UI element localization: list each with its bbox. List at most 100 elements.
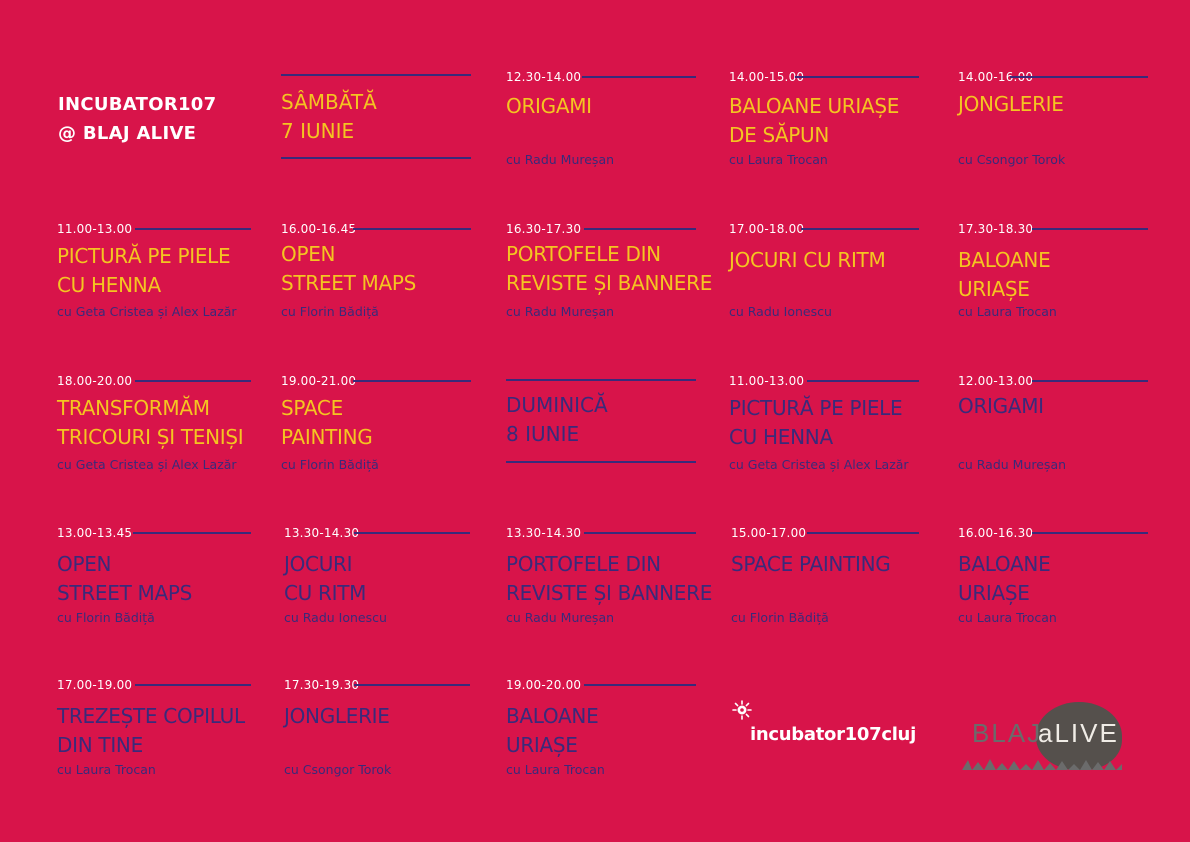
- session-rule: [135, 228, 251, 230]
- session-host: cu Csongor Torok: [958, 152, 1066, 167]
- session-title: OPEN STREET MAPS: [57, 550, 192, 608]
- session-title: JONGLERIE: [958, 90, 1064, 119]
- session-title-line: ORIGAMI: [958, 394, 1044, 418]
- grass-icon: [962, 759, 1122, 770]
- session-time: 16.30-17.30: [506, 222, 582, 236]
- session-title: SPACE PAINTING: [281, 394, 373, 452]
- day-name: DUMINICĂ: [506, 393, 608, 417]
- session-host: cu Geta Cristea și Alex Lazăr: [57, 457, 237, 472]
- session-title: BALOANE URIAȘE: [506, 702, 599, 760]
- session-title-line: PORTOFELE DIN: [506, 242, 661, 266]
- day-date: 7 IUNIE: [281, 119, 355, 143]
- session-title-line: TRANSFORMĂM: [57, 396, 210, 420]
- session-rule: [133, 532, 251, 534]
- session-host: cu Csongor Torok: [284, 762, 392, 777]
- session-title: PICTURĂ PE PIELE CU HENNA: [57, 242, 231, 300]
- session-title-line: PORTOFELE DIN: [506, 552, 661, 576]
- session-host: cu Florin Bădiță: [281, 304, 379, 319]
- blaj-alive-logo: BLAJ aLIVE: [958, 700, 1128, 778]
- session-time: 16.00-16.45: [281, 222, 357, 236]
- session-time: 13.30-14.30: [506, 526, 582, 540]
- session-title-line: SPACE PAINTING: [731, 552, 891, 576]
- session-host: cu Laura Trocan: [958, 610, 1057, 625]
- session-title: ORIGAMI: [958, 392, 1044, 421]
- session-title-line: TRICOURI ȘI TENIȘI: [57, 425, 244, 449]
- session-rule: [1010, 76, 1148, 78]
- session-time: 17.30-19.30: [284, 678, 360, 692]
- session-title-line: OPEN: [281, 242, 336, 266]
- session-title-line: BALOANE: [506, 704, 599, 728]
- session-rule: [354, 532, 470, 534]
- session-time: 13.30-14.30: [284, 526, 360, 540]
- session-title-line: PICTURĂ PE PIELE: [57, 244, 231, 268]
- session-title-line: URIAȘE: [958, 581, 1030, 605]
- session-time: 16.00-16.30: [958, 526, 1034, 540]
- session-title: PICTURĂ PE PIELE CU HENNA: [729, 394, 903, 452]
- session-title-line: REVISTE ȘI BANNERE: [506, 581, 713, 605]
- session-title-line: DIN TINE: [57, 733, 143, 757]
- session-host: cu Geta Cristea și Alex Lazăr: [57, 304, 237, 319]
- session-title: PORTOFELE DIN REVISTE ȘI BANNERE: [506, 240, 712, 298]
- session-title: JOCURI CU RITM: [729, 246, 886, 275]
- day-saturday-label: SÂMBĂTĂ 7 IUNIE: [281, 88, 377, 146]
- logo-alive-text: aLIVE: [1038, 718, 1119, 748]
- session-rule: [353, 228, 471, 230]
- session-title: JOCURI CU RITM: [284, 550, 366, 608]
- session-title-line: CU RITM: [284, 581, 367, 605]
- session-title: ORIGAMI: [506, 92, 592, 121]
- session-host: cu Radu Mureșan: [506, 304, 615, 319]
- session-title-line: JONGLERIE: [284, 704, 390, 728]
- session-title-line: TREZEȘTE COPILUL: [57, 704, 245, 728]
- session-title-line: SPACE: [281, 396, 343, 420]
- session-rule: [584, 228, 696, 230]
- session-title: BALOANE URIAȘE: [958, 550, 1051, 608]
- session-time: 12.00-13.00: [958, 374, 1034, 388]
- session-host: cu Laura Trocan: [506, 762, 605, 777]
- session-title: TRANSFORMĂM TRICOURI ȘI TENIȘI: [57, 394, 244, 452]
- session-rule: [1032, 532, 1148, 534]
- session-time: 13.00-13.45: [57, 526, 133, 540]
- session-rule: [135, 684, 251, 686]
- session-time: 11.00-13.00: [57, 222, 133, 236]
- session-time: 18.00-20.00: [57, 374, 133, 388]
- header-line-1: INCUBATOR107: [58, 94, 217, 115]
- day-rule-top: [281, 74, 471, 76]
- session-host: cu Radu Ionescu: [729, 304, 832, 319]
- session-time: 17.00-18.00: [729, 222, 805, 236]
- session-time: 15.00-17.00: [731, 526, 807, 540]
- session-title-line: URIAȘE: [958, 277, 1030, 301]
- incubator-logo-text: incubator107cluj: [750, 724, 916, 745]
- logo-blaj-text: BLAJ: [972, 718, 1043, 748]
- incubator-logo-icon: [732, 700, 752, 720]
- session-title-line: ORIGAMI: [506, 94, 592, 118]
- session-rule: [795, 76, 919, 78]
- session-host: cu Laura Trocan: [57, 762, 156, 777]
- session-rule: [807, 380, 919, 382]
- day-rule-top: [506, 379, 696, 381]
- session-rule: [801, 228, 919, 230]
- session-time: 17.00-19.00: [57, 678, 133, 692]
- session-title: OPEN STREET MAPS: [281, 240, 416, 298]
- session-title-line: JONGLERIE: [958, 92, 1064, 116]
- session-title-line: CU HENNA: [729, 425, 833, 449]
- session-host: cu Florin Bădiță: [731, 610, 829, 625]
- session-rule: [807, 532, 919, 534]
- session-time: 19.00-20.00: [506, 678, 582, 692]
- session-host: cu Geta Cristea și Alex Lazăr: [729, 457, 909, 472]
- session-title: JONGLERIE: [284, 702, 390, 731]
- session-rule: [584, 532, 696, 534]
- session-title: PORTOFELE DIN REVISTE ȘI BANNERE: [506, 550, 712, 608]
- session-rule: [584, 684, 696, 686]
- session-title-line: JOCURI CU RITM: [729, 248, 886, 272]
- session-time: 14.00-15.00: [729, 70, 805, 84]
- session-time: 17.30-18.30: [958, 222, 1034, 236]
- session-host: cu Radu Mureșan: [958, 457, 1067, 472]
- header-line-2: @ BLAJ ALIVE: [58, 123, 197, 144]
- session-host: cu Laura Trocan: [958, 304, 1057, 319]
- day-rule-bottom: [281, 157, 471, 159]
- session-title-line: BALOANE: [958, 552, 1051, 576]
- session-rule: [354, 684, 470, 686]
- day-sunday-label: DUMINICĂ 8 IUNIE: [506, 391, 608, 449]
- session-title-line: BALOANE: [958, 248, 1051, 272]
- session-rule: [1032, 380, 1148, 382]
